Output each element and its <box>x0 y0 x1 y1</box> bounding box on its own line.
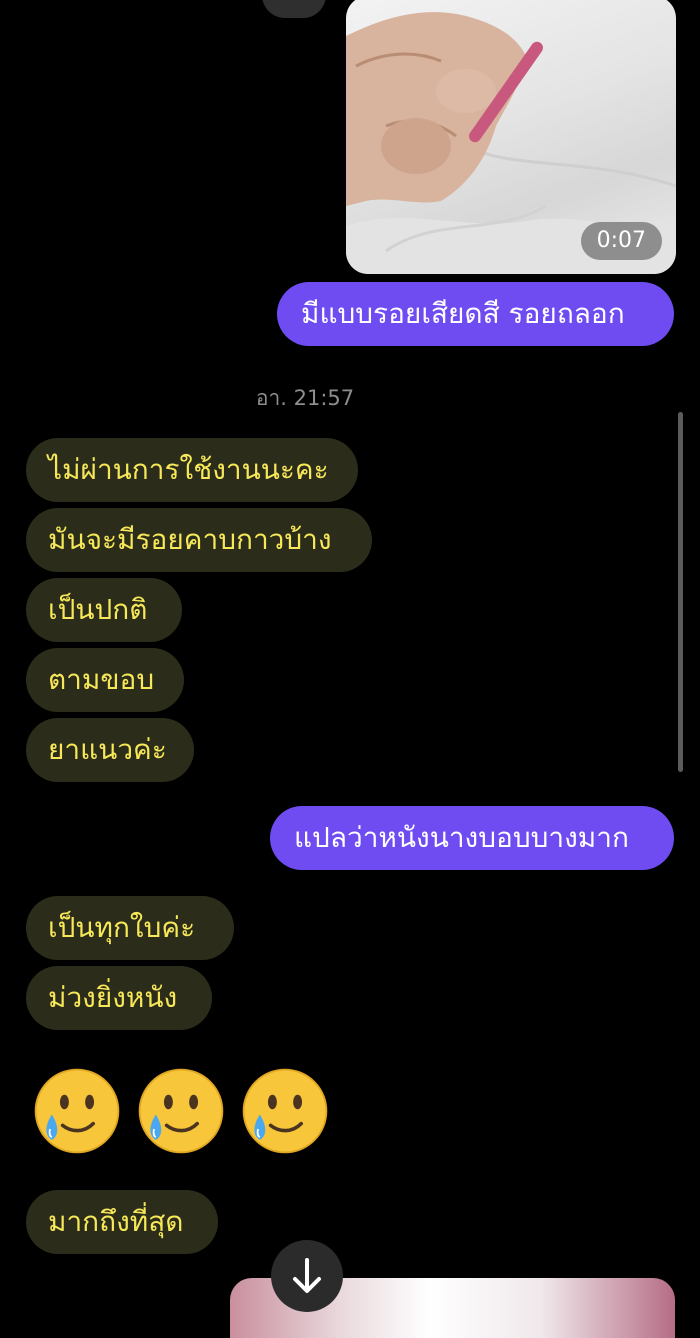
outgoing-message[interactable]: แปลว่าหนังนางบอบบางมาก <box>270 806 674 870</box>
scroll-down-button[interactable] <box>271 1240 343 1312</box>
message-timestamp: อา. 21:57 <box>255 386 355 410</box>
incoming-message[interactable]: ยาแนวค่ะ <box>26 718 194 782</box>
smiling-face-with-tear-icon <box>138 1068 224 1154</box>
incoming-message[interactable]: เป็นปกติ <box>26 578 182 642</box>
smiling-face-with-tear-icon <box>242 1068 328 1154</box>
incoming-message[interactable]: ตามขอบ <box>26 648 184 712</box>
incoming-message[interactable]: ไม่ผ่านการใช้งานนะคะ <box>26 438 358 502</box>
video-message[interactable]: 0:07 <box>346 0 676 274</box>
video-duration: 0:07 <box>580 222 662 260</box>
incoming-message[interactable]: ม่วงยิ่งหนัง <box>26 966 212 1030</box>
scrollbar[interactable] <box>678 412 683 772</box>
outgoing-message[interactable]: มีแบบรอยเสียดสี รอยถลอก <box>277 282 674 346</box>
arrow-down-icon <box>293 1258 321 1293</box>
smiling-face-with-tear-icon <box>34 1068 120 1154</box>
top-scroll-button[interactable] <box>262 0 326 18</box>
incoming-message[interactable]: เป็นทุกใบค่ะ <box>26 896 234 960</box>
emoji-message[interactable] <box>32 1066 330 1156</box>
incoming-message[interactable]: มากถึงที่สุด <box>26 1190 218 1254</box>
incoming-message[interactable]: มันจะมีรอยคาบกาวบ้าง <box>26 508 372 572</box>
